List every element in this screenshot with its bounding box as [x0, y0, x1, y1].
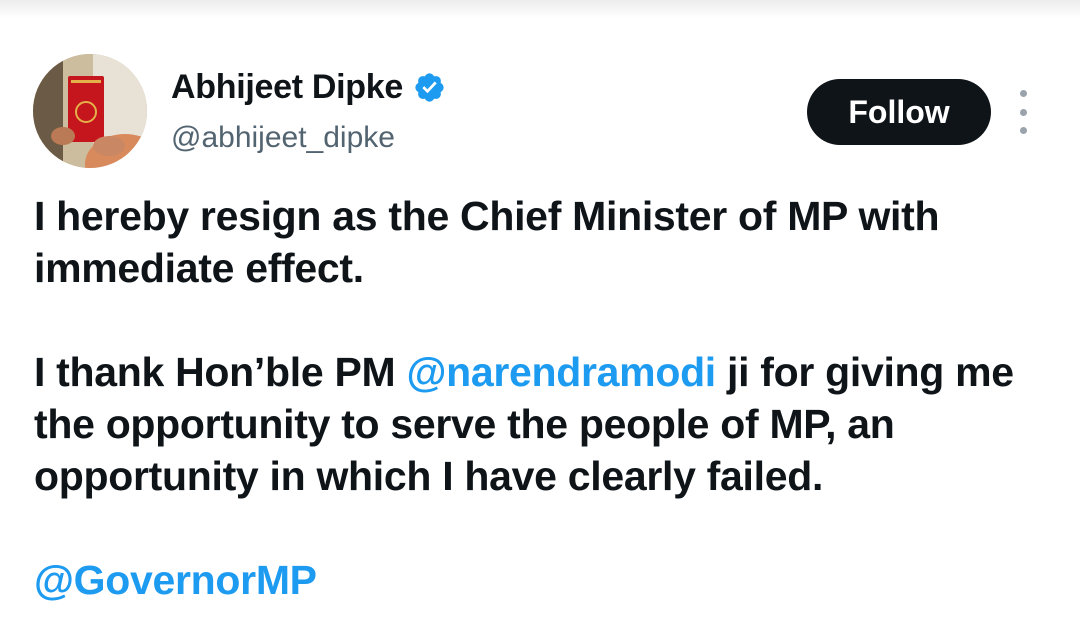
- mention-link-governormp[interactable]: @GovernorMP: [34, 557, 317, 603]
- more-dot: [1019, 90, 1027, 97]
- more-vertical-icon[interactable]: [1010, 90, 1036, 134]
- mention-link-narendramodi[interactable]: @narendramodi: [406, 349, 716, 395]
- tweet-text-segment: I thank Hon’ble PM: [34, 349, 407, 395]
- more-dot: [1019, 108, 1027, 116]
- author-handle[interactable]: @abhijeet_dipke: [171, 118, 395, 158]
- tweet-paragraph-1: I hereby resign as the Chief Minister of…: [34, 193, 940, 291]
- tweet-body: I hereby resign as the Chief Minister of…: [34, 190, 1054, 606]
- author-name-row[interactable]: Abhijeet Dipke: [171, 64, 446, 110]
- top-fade-divider: [0, 0, 1080, 18]
- avatar[interactable]: [33, 54, 147, 168]
- follow-button[interactable]: Follow: [807, 79, 991, 145]
- more-dot: [1019, 127, 1027, 134]
- tweet-paragraph-2: I thank Hon’ble PM @narendramodi ji for …: [34, 346, 1054, 502]
- avatar-photo-icon: [33, 54, 147, 168]
- author-display-name[interactable]: Abhijeet Dipke: [171, 64, 403, 110]
- tweet-paragraph-3: @GovernorMP: [34, 554, 1054, 606]
- verified-badge-icon: [415, 72, 444, 102]
